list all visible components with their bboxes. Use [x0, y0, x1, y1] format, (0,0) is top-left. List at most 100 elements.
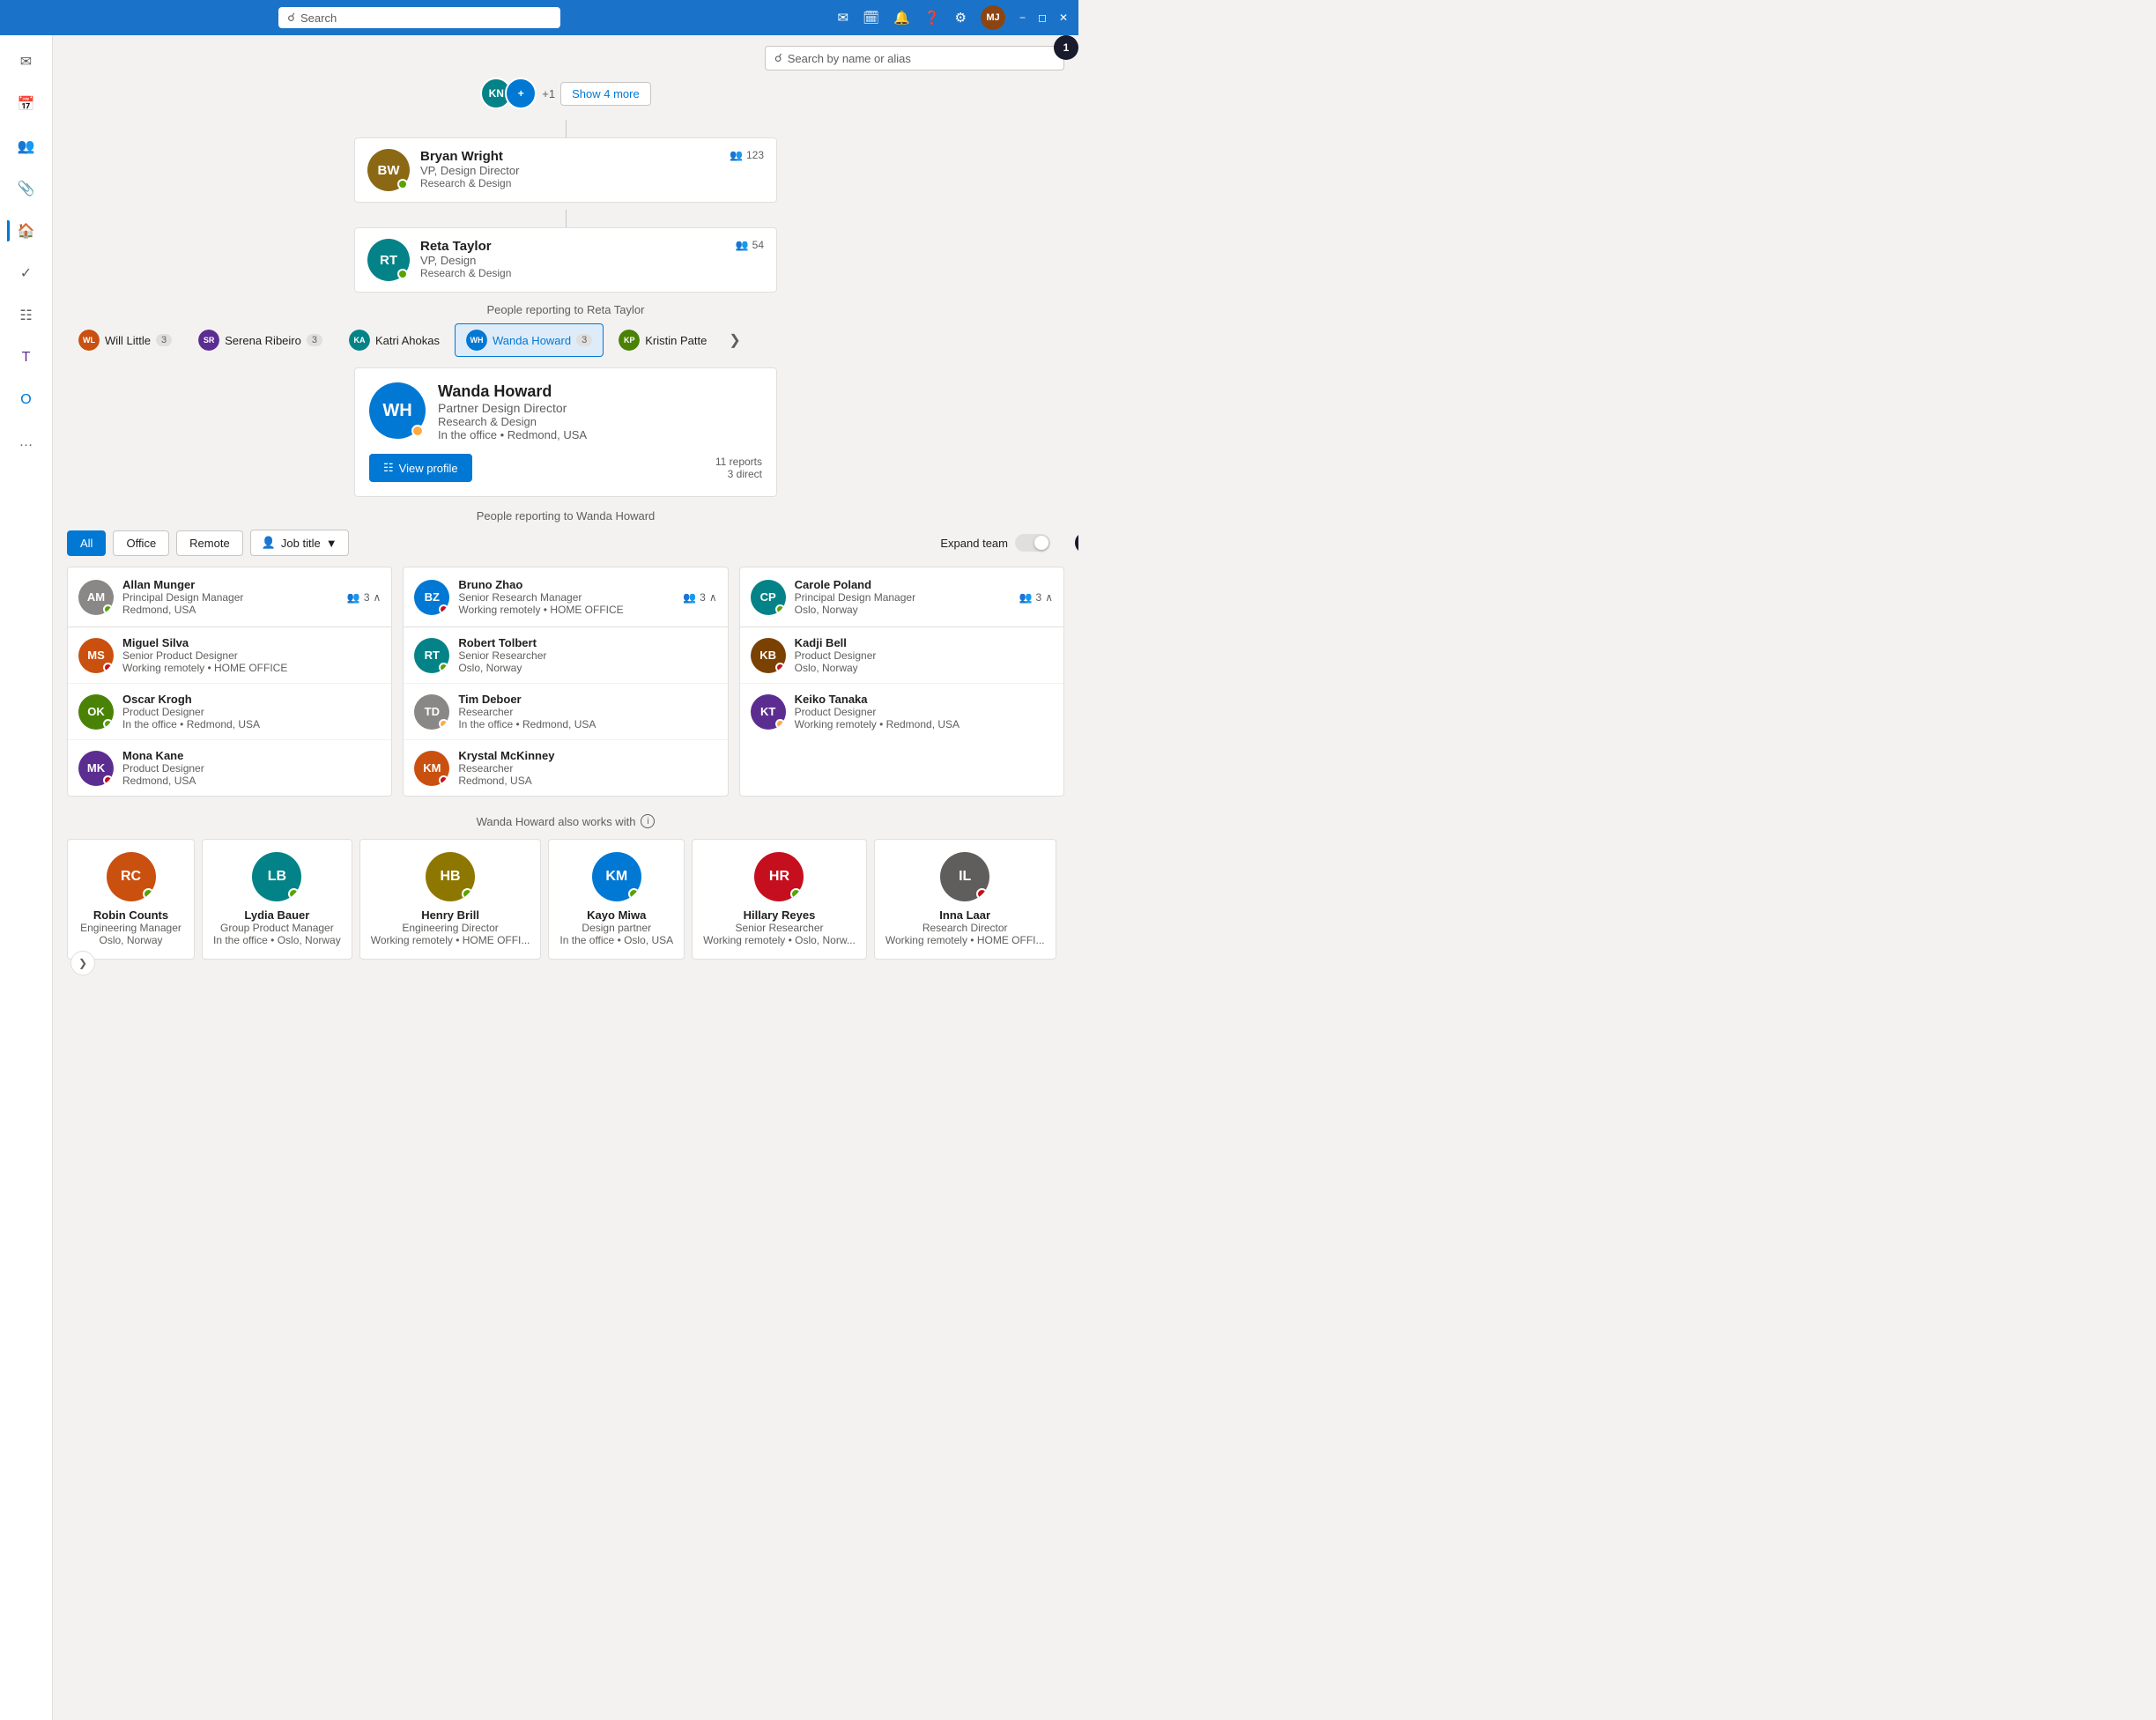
- reporting-to-wanda-label: People reporting to Wanda Howard: [67, 509, 1064, 523]
- person-reports: 👥 123: [730, 149, 764, 161]
- sidebar-item-mail[interactable]: ✉: [7, 42, 46, 81]
- people-tab-will-little[interactable]: WL Will Little 3: [67, 323, 183, 357]
- bruno-zhao-avatar: BZ: [414, 580, 449, 615]
- manager-reports-badge: 👥 3 ∧: [1019, 591, 1053, 604]
- status-dot: [628, 888, 640, 900]
- people-icon: 👥: [1019, 591, 1033, 604]
- sidebar-item-teams[interactable]: T: [7, 338, 46, 377]
- org-icon: 🏠: [18, 222, 35, 240]
- status-dot: [397, 269, 408, 279]
- sidebar-item-tasks[interactable]: ✓: [7, 254, 46, 293]
- sidebar-item-outlook[interactable]: O: [7, 381, 46, 419]
- titlebar-search-box[interactable]: ☌ Search: [278, 7, 560, 28]
- view-profile-button[interactable]: ☷ View profile: [369, 454, 472, 482]
- member-title: Principal Design Manager: [122, 591, 243, 604]
- oscar-krogh-info: Oscar Krogh Product Designer In the offi…: [122, 693, 260, 730]
- expand-team-switch[interactable]: [1015, 534, 1050, 552]
- notifications-icon[interactable]: 🔔: [893, 10, 910, 26]
- status-dot: [103, 719, 113, 729]
- header-search-input[interactable]: ☌ Search by name or alias: [765, 46, 1064, 70]
- people-icon: 👥: [18, 137, 35, 155]
- filter-office-button[interactable]: Office: [113, 530, 169, 556]
- sidebar-item-analytics[interactable]: ☷: [7, 296, 46, 335]
- oscar-krogh-avatar: OK: [78, 694, 114, 730]
- people-tab-wanda-howard[interactable]: WH Wanda Howard 3: [455, 323, 604, 357]
- tabs-chevron-right[interactable]: ❯: [722, 326, 747, 354]
- help-icon[interactable]: ❓: [924, 10, 941, 26]
- team-column-bruno-zhao: BZ Bruno Zhao Senior Research Manager Wo…: [403, 567, 728, 797]
- mail-icon: ✉: [20, 53, 32, 70]
- people-tab-kristin-patte[interactable]: KP Kristin Patte: [607, 323, 718, 357]
- team-member-krystal-mckinney[interactable]: KM Krystal McKinney Researcher Redmond, …: [404, 740, 727, 796]
- person-card-bryan-wright[interactable]: BW Bryan Wright VP, Design Director Rese…: [354, 137, 777, 203]
- colleagues-chevron-right[interactable]: ❯: [70, 951, 95, 975]
- close-icon[interactable]: ✕: [1059, 11, 1068, 24]
- minimize-icon[interactable]: −: [1019, 11, 1026, 24]
- manager-bruno-zhao[interactable]: BZ Bruno Zhao Senior Research Manager Wo…: [404, 567, 727, 627]
- team-member-mona-kane[interactable]: MK Mona Kane Product Designer Redmond, U…: [68, 740, 391, 796]
- reports-info: 11 reports 3 direct: [715, 456, 762, 480]
- person-title: VP, Design Director: [420, 164, 719, 177]
- sidebar-item-people[interactable]: 👥: [7, 127, 46, 166]
- colleague-card-inna-laar[interactable]: IL Inna Laar Research Director Working r…: [874, 839, 1056, 960]
- colleague-name: Hillary Reyes: [744, 908, 816, 922]
- main-content: ☌ Search by name or alias 1 2 KN + +1 Sh…: [53, 35, 1078, 1720]
- hillary-reyes-avatar: HR: [754, 852, 804, 901]
- status-dot: [790, 888, 802, 900]
- colleague-location: In the office • Oslo, USA: [559, 934, 673, 946]
- chat-icon[interactable]: ✉: [838, 10, 849, 26]
- colleague-card-robin-counts[interactable]: RC Robin Counts Engineering Manager Oslo…: [67, 839, 195, 960]
- meetings-icon[interactable]: 🗓: [863, 10, 879, 26]
- sidebar-item-org[interactable]: 🏠: [7, 211, 46, 250]
- manager-carole-poland[interactable]: CP Carole Poland Principal Design Manage…: [740, 567, 1063, 627]
- show-more-button[interactable]: Show 4 more: [560, 82, 651, 106]
- people-tab-serena-ribeiro[interactable]: SR Serena Ribeiro 3: [187, 323, 334, 357]
- restore-icon[interactable]: ◻: [1038, 11, 1047, 24]
- number-label-1: 1: [1054, 35, 1078, 60]
- filter-remote-button[interactable]: Remote: [176, 530, 243, 556]
- manager-reports-badge: 👥 3 ∧: [683, 591, 716, 604]
- filter-all-button[interactable]: All: [67, 530, 106, 556]
- colleague-title: Group Product Manager: [220, 922, 334, 934]
- colleague-card-henry-brill[interactable]: HB Henry Brill Engineering Director Work…: [359, 839, 542, 960]
- user-avatar[interactable]: MJ: [981, 5, 1005, 30]
- people-tab-katri-ahokas[interactable]: KA Katri Ahokas: [337, 323, 451, 357]
- team-member-tim-deboer[interactable]: TD Tim Deboer Researcher In the office •…: [404, 684, 727, 740]
- colleague-location: Working remotely • Oslo, Norw...: [703, 934, 856, 946]
- reports-count: 3: [1036, 591, 1042, 604]
- sidebar-item-attachments[interactable]: 📎: [7, 169, 46, 208]
- team-member-miguel-silva[interactable]: MS Miguel Silva Senior Product Designer …: [68, 627, 391, 684]
- serena-ribeiro-tab-avatar: SR: [198, 330, 219, 351]
- settings-icon[interactable]: ⚙: [955, 10, 967, 26]
- team-member-robert-tolbert[interactable]: RT Robert Tolbert Senior Researcher Oslo…: [404, 627, 727, 684]
- colleague-title: Research Director: [922, 922, 1008, 934]
- colleague-card-hillary-reyes[interactable]: HR Hillary Reyes Senior Researcher Worki…: [692, 839, 867, 960]
- member-name: Carole Poland: [795, 578, 915, 591]
- more-icon: …: [19, 434, 33, 450]
- filter-job-title-dropdown[interactable]: 👤 Job title ▼: [250, 530, 349, 556]
- people-icon: 👥: [683, 591, 696, 604]
- inna-laar-avatar: IL: [940, 852, 989, 901]
- robin-counts-avatar: RC: [107, 852, 156, 901]
- header-search-area: ☌ Search by name or alias 1: [67, 46, 1064, 70]
- person-card-reta-taylor[interactable]: RT Reta Taylor VP, Design Research & Des…: [354, 227, 777, 293]
- katri-ahokas-tab-avatar: KA: [349, 330, 370, 351]
- team-member-keiko-tanaka[interactable]: KT Keiko Tanaka Product Designer Working…: [740, 684, 1063, 739]
- status-dot-away: [411, 425, 424, 437]
- sidebar-item-calendar[interactable]: 📅: [7, 85, 46, 123]
- colleague-card-kayo-miwa[interactable]: KM Kayo Miwa Design partner In the offic…: [548, 839, 685, 960]
- member-title: Product Designer: [122, 706, 260, 718]
- person-dept: Research & Design: [420, 267, 725, 279]
- tab-name: Wanda Howard: [493, 334, 571, 347]
- team-member-kadji-bell[interactable]: KB Kadji Bell Product Designer Oslo, Nor…: [740, 627, 1063, 684]
- colleague-card-lydia-bauer[interactable]: LB Lydia Bauer Group Product Manager In …: [202, 839, 352, 960]
- manager-allan-munger[interactable]: AM Allan Munger Principal Design Manager…: [68, 567, 391, 627]
- tab-name: Katri Ahokas: [375, 334, 440, 347]
- sidebar-item-more[interactable]: …: [7, 423, 46, 462]
- info-icon[interactable]: i: [641, 814, 655, 828]
- team-member-oscar-krogh[interactable]: OK Oscar Krogh Product Designer In the o…: [68, 684, 391, 740]
- member-name: Krystal McKinney: [458, 749, 554, 762]
- bruno-zhao-info: Bruno Zhao Senior Research Manager Worki…: [458, 578, 623, 616]
- search-icon: ☌: [287, 11, 295, 25]
- status-dot: [103, 663, 113, 672]
